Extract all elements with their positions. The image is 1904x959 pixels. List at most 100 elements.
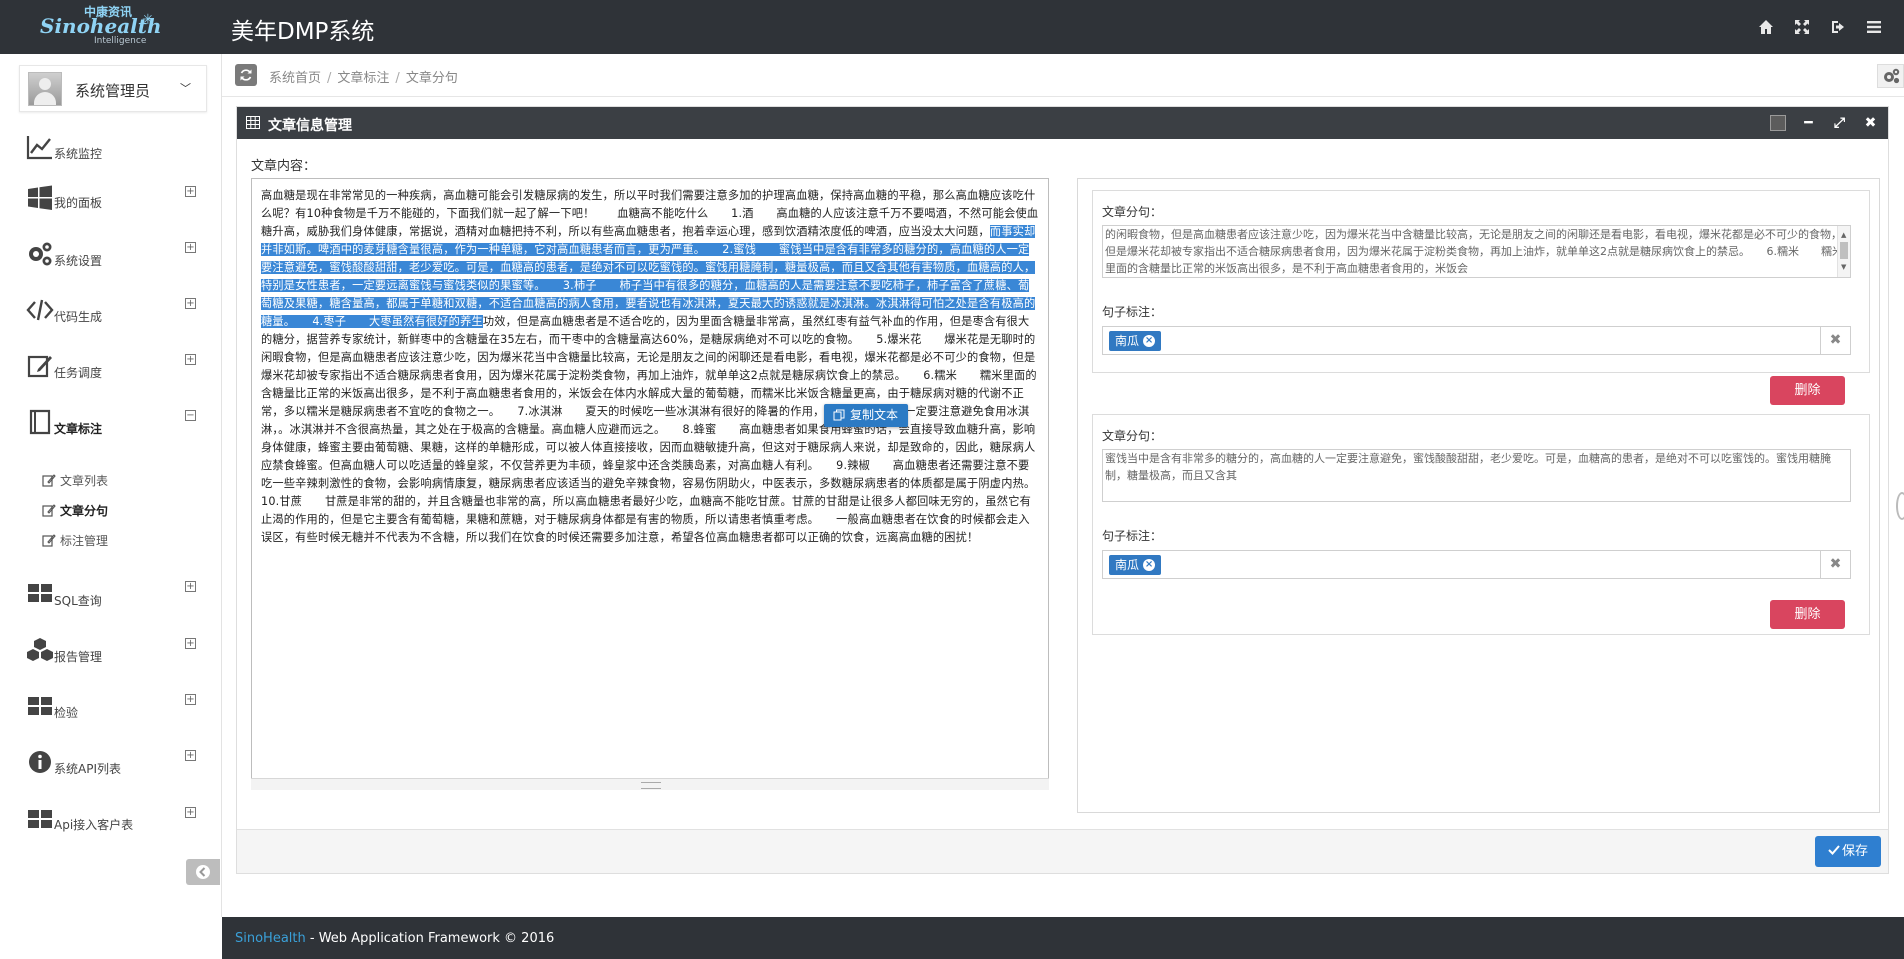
tag-select[interactable]: 南瓜 × ✖	[1102, 550, 1851, 579]
sidebar-item-label: 报告管理	[54, 650, 103, 664]
breadcrumb-home[interactable]: 系统首页	[269, 71, 321, 86]
article-content-textarea[interactable]: 高血糖是现在非常常见的一种疾病，高血糖可能会引发糖尿病的发生，所以平时我们需要注…	[251, 178, 1049, 790]
user-name: 系统管理员	[75, 82, 151, 100]
expand-icon[interactable]: +	[185, 354, 196, 365]
sidebar-item-inspection[interactable]: 检验 +	[0, 686, 222, 742]
sidebar-item-system-monitor[interactable]: 系统监控	[0, 122, 222, 178]
edit-icon	[26, 352, 54, 380]
sidebar-item-label: 系统监控	[54, 147, 103, 161]
scroll-edge-handle[interactable]	[1896, 492, 1904, 520]
expand-icon[interactable]: +	[185, 638, 196, 649]
top-header: 中康资讯 Sinohealth ✳ Intelligence 美年DMP系统	[0, 0, 1904, 54]
sidebar-item-task-schedule[interactable]: 任务调度 +	[0, 346, 222, 402]
panel-close-button[interactable]: ✖	[1855, 111, 1886, 135]
selected-text[interactable]: 而事实却并非如斯。啤酒中的麦芽糖含量很高，作为一种单糖，它对高血糖患者而言，更为…	[261, 225, 1036, 328]
expand-icon[interactable]: +	[185, 694, 196, 705]
remove-tag-icon[interactable]: ×	[1143, 559, 1156, 571]
segment-text-content: 的闲暇食物，但是高血糖患者应该注意少吃，因为爆米花当中含糖量比较高，无论是朋友之…	[1105, 228, 1843, 275]
collapse-icon[interactable]: −	[185, 410, 196, 421]
book-icon	[26, 408, 54, 436]
clear-tags-button[interactable]: ✖	[1820, 551, 1850, 578]
panel-minimize-button[interactable]: ━	[1793, 111, 1824, 135]
minus-icon: ━	[1804, 115, 1813, 131]
expand-icon[interactable]: +	[185, 186, 196, 197]
remove-tag-icon[interactable]: ×	[1143, 335, 1156, 347]
sidebar-item-my-panel[interactable]: 我的面板 +	[0, 178, 222, 234]
tag-chip[interactable]: 南瓜 ×	[1109, 555, 1162, 575]
breadcrumb-current: 文章分句	[405, 71, 458, 86]
expand-icon[interactable]: +	[185, 298, 196, 309]
windows-icon	[26, 184, 54, 212]
user-menu[interactable]: 系统管理员 ﹀	[19, 65, 207, 112]
gears-icon	[26, 240, 54, 268]
expand-icon[interactable]: +	[185, 242, 196, 253]
panel-footer	[237, 829, 1888, 873]
fullscreen-icon[interactable]	[1784, 14, 1820, 40]
settings-button[interactable]	[1877, 64, 1904, 88]
sidebar-item-article-annotation[interactable]: 文章标注 −	[0, 402, 222, 458]
logout-icon[interactable]	[1820, 14, 1856, 40]
expand-icon: ⤢	[1833, 115, 1846, 131]
sidebar-item-api-clients[interactable]: Api接入客户表 +	[0, 799, 222, 855]
footer-brand: SinoHealth	[235, 931, 306, 946]
sidebar-subitem-article-sentences[interactable]: 文章分句	[42, 502, 108, 522]
breadcrumb: 系统首页 / 文章标注 / 文章分句	[269, 71, 458, 86]
panel-maximize-button[interactable]: ⤢	[1824, 111, 1855, 135]
delete-button[interactable]: 删除	[1770, 376, 1845, 405]
copy-text-button[interactable]: 复制文本	[824, 404, 908, 427]
sidebar-item-label: 任务调度	[54, 366, 103, 380]
app-title: 美年DMP系统	[231, 19, 375, 45]
sidebar-item-label: 我的面板	[54, 196, 103, 210]
logo-sub: Intelligence	[94, 36, 147, 46]
save-label: 保存	[1841, 844, 1868, 859]
edit-icon	[42, 473, 56, 487]
tag-label: 句子标注：	[1102, 529, 1163, 543]
sidebar-item-system-settings[interactable]: 系统设置 +	[0, 234, 222, 290]
info-icon	[26, 748, 54, 776]
article-panel: 文章信息管理 ━ ⤢ ✖ 文章内容： 高血糖是现在非常常见的一种疾病，高血糖可能…	[236, 106, 1889, 874]
content-text-after: 功效，但是高血糖患者是不适合吃的，因为里面含糖量非常高，虽然红枣有益气补血的作用…	[261, 315, 1048, 544]
article-content-text[interactable]: 高血糖是现在非常常见的一种疾病，高血糖可能会引发糖尿病的发生，所以平时我们需要注…	[261, 187, 1048, 547]
sidebar-subitem-article-list[interactable]: 文章列表	[42, 472, 108, 492]
sidebar-item-label: 代码生成	[54, 310, 103, 324]
sidebar-item-sql-query[interactable]: SQL查询 +	[0, 573, 222, 629]
expand-icon[interactable]: +	[185, 807, 196, 818]
expand-icon[interactable]: +	[185, 581, 196, 592]
chart-line-icon	[26, 133, 54, 161]
sidebar-item-code-gen[interactable]: 代码生成 +	[0, 290, 222, 346]
grid-icon	[26, 692, 54, 720]
textarea-resize-handle[interactable]	[251, 778, 1049, 790]
tag-label: 句子标注：	[1102, 305, 1163, 319]
sidebar-item-label: 检验	[54, 706, 79, 720]
clear-tags-button[interactable]: ✖	[1820, 327, 1850, 354]
segment-card: 文章分句： 蜜饯当中是含有非常多的糖分的，高血糖的人一定要注意避免，蜜饯酸酸甜甜…	[1092, 414, 1870, 635]
scrollbar[interactable]: ▲ ▼	[1837, 226, 1850, 277]
sidebar-item-system-api-list[interactable]: 系统API列表 +	[0, 742, 222, 798]
breadcrumb-article-annotation[interactable]: 文章标注	[337, 71, 389, 86]
home-icon[interactable]	[1748, 14, 1784, 40]
sidebar-subitem-tag-management[interactable]: 标注管理	[42, 532, 108, 552]
sidebar-collapse-button[interactable]	[186, 859, 220, 885]
menu-icon[interactable]	[1856, 14, 1892, 40]
panel-tools: ━ ⤢ ✖	[1762, 111, 1886, 135]
segment-text[interactable]: 的闲暇食物，但是高血糖患者应该注意少吃，因为爆米花当中含糖量比较高，无论是朋友之…	[1102, 225, 1851, 278]
refresh-button[interactable]	[235, 64, 257, 86]
logo-star-icon: ✳	[142, 12, 154, 28]
segment-text[interactable]: 蜜饯当中是含有非常多的糖分的，高血糖的人一定要注意避免，蜜饯酸酸甜甜，老少爱吃。…	[1102, 449, 1851, 502]
arrow-left-circle-icon	[196, 865, 210, 879]
delete-button[interactable]: 删除	[1770, 600, 1845, 629]
content-label: 文章内容：	[251, 159, 317, 174]
chevron-down-icon: ﹀	[180, 82, 191, 95]
copy-text-label: 复制文本	[850, 408, 899, 422]
sidebar-item-report-management[interactable]: 报告管理 +	[0, 630, 222, 686]
tag-chip-label: 南瓜	[1115, 334, 1140, 348]
tag-select[interactable]: 南瓜 × ✖	[1102, 326, 1851, 355]
tag-chip-label: 南瓜	[1115, 558, 1140, 572]
panel-color-button[interactable]	[1762, 111, 1793, 135]
expand-icon[interactable]: +	[185, 750, 196, 761]
segment-label: 文章分句：	[1102, 429, 1163, 443]
sidebar-item-label: 系统API列表	[54, 762, 121, 776]
tag-chip[interactable]: 南瓜 ×	[1109, 331, 1162, 351]
save-button[interactable]: 保存	[1815, 836, 1881, 867]
footer-text: SinoHealth - Web Application Framework ©…	[235, 931, 554, 946]
